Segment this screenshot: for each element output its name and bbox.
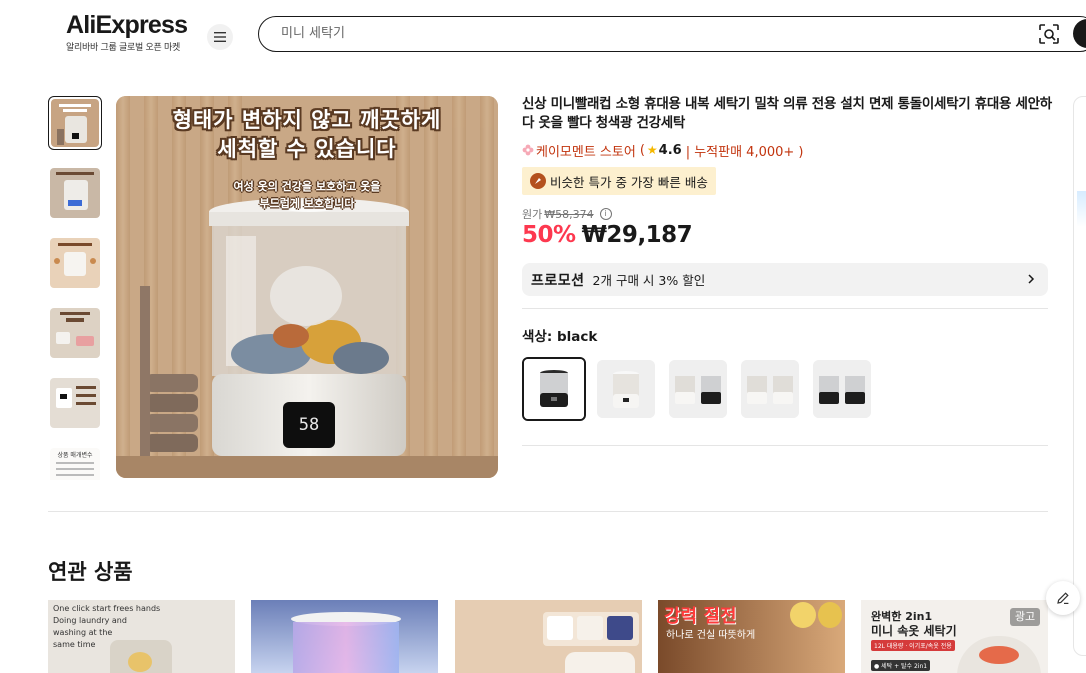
rating-open-paren: ( — [639, 142, 645, 158]
card-1-line-3: washing at the — [53, 628, 113, 637]
thumbnail-2[interactable] — [48, 166, 102, 220]
swatch-set-1-image — [669, 360, 727, 418]
related-product-card-3[interactable] — [455, 600, 642, 673]
fast-delivery-badge: 비슷한 특가 중 가장 빠른 배송 — [522, 167, 716, 195]
delivery-icon — [530, 173, 546, 189]
image-headline-line-1: 형태가 변하지 않고 깨끗하게 — [172, 108, 442, 132]
color-swatch-set-3[interactable] — [813, 360, 871, 418]
related-product-card-1[interactable]: One click start frees hands Doing laundr… — [48, 600, 235, 673]
search-bar — [258, 16, 1086, 52]
card-1-line-1: One click start frees hands — [53, 604, 161, 613]
logo-wordmark: AliExpress — [66, 11, 188, 39]
logo-tagline: 알리바바 그룹 글로벌 오픈 마켓 — [66, 43, 180, 53]
original-price: ₩58,374 — [544, 207, 594, 221]
device-display: 58 — [283, 402, 335, 448]
promotion-label: 프로모션 — [531, 272, 585, 289]
rating-value: 4.6 — [658, 142, 682, 158]
thumbnail-3[interactable] — [48, 236, 102, 290]
card-5-title: 미니 속옷 세탁기 — [871, 624, 957, 638]
ad-badge: 광고 — [1010, 608, 1040, 626]
card-4-headline: 강력 절전 — [664, 606, 737, 627]
image-search-button[interactable] — [1038, 23, 1062, 45]
discount-percent: 50% — [522, 222, 576, 248]
color-swatch-white[interactable] — [597, 360, 655, 418]
color-swatch-set-2[interactable] — [741, 360, 799, 418]
card-4-subline: 하나로 건실 따뜻하게 — [666, 630, 756, 641]
related-product-card-2[interactable] — [251, 600, 438, 673]
aliexpress-logo[interactable]: AliExpress 알리바바 그룹 글로벌 오픈 마켓 — [66, 12, 190, 54]
swatch-set-2-image — [741, 360, 799, 418]
price-row: 50% ₩29,187 — [522, 222, 693, 252]
image-headline-line-2: 세척할 수 있습니다 — [217, 137, 397, 161]
thumbnail-caption: 상품 매개변수 — [57, 452, 93, 459]
color-swatch-black[interactable] — [522, 357, 586, 421]
promotion-bar[interactable]: 프로모션 2개 구매 시 3% 할인 — [522, 263, 1048, 296]
feedback-edit-button[interactable] — [1046, 581, 1080, 615]
promotion-text: 2개 구매 시 3% 할인 — [592, 273, 706, 288]
search-input[interactable] — [281, 17, 1001, 50]
thumbnail-5[interactable] — [48, 376, 102, 430]
chevron-right-icon — [1028, 274, 1035, 284]
store-name-link[interactable]: 케이모멘트 스토어 — [536, 141, 636, 160]
card-1-line-2: Doing laundry and — [53, 616, 127, 625]
pencil-icon — [1057, 592, 1069, 604]
thumbnail-strip: 상품 매개변수 — [48, 96, 102, 480]
card-3-product-image — [565, 652, 635, 673]
delivery-badge-text: 비슷한 특가 중 가장 빠른 배송 — [550, 174, 708, 190]
star-icon: ★ — [646, 143, 658, 157]
swatch-set-3-image — [813, 360, 871, 418]
card-5-clothes — [979, 646, 1019, 664]
card-2-jar — [293, 622, 399, 673]
card-4-badge-2 — [818, 602, 842, 628]
swatch-black-image — [524, 359, 584, 419]
camera-scan-icon — [1039, 24, 1059, 44]
main-product-image[interactable]: 형태가 변하지 않고 깨끗하게 세척할 수 있습니다 여성 옷의 건강을 보호하… — [116, 96, 498, 478]
original-price-label: 원가 — [522, 208, 543, 221]
divider — [522, 445, 1048, 446]
menu-button[interactable] — [207, 24, 233, 50]
color-swatch-set-1[interactable] — [669, 360, 727, 418]
related-products-title: 연관 상품 — [48, 560, 133, 584]
top-header: AliExpress 알리바바 그룹 글로벌 오픈 마켓 — [0, 0, 1086, 68]
original-price-row: 원가 ₩58,374 i — [522, 206, 612, 222]
thumbnail-4[interactable] — [48, 306, 102, 360]
sold-count: | 누적판매 4,000+ ) — [685, 144, 804, 160]
store-rating-row: 케이모멘트 스토어 ( ★ 4.6 | 누적판매 4,000+ ) — [522, 141, 804, 160]
card-3-swatch-1 — [547, 616, 573, 640]
thumbnail-6[interactable]: 상품 매개변수 — [48, 446, 102, 480]
product-title: 신상 미니빨래컵 소형 휴대용 내복 세탁기 밀착 의류 전용 설치 면제 통돌… — [522, 96, 1052, 131]
card-3-swatch-2 — [577, 616, 603, 640]
color-label: 색상: black — [522, 329, 598, 345]
image-subline: 여성 옷의 건강을 보호하고 옷을 부드럽게 보호합니다 — [116, 178, 498, 212]
right-floating-panel[interactable] — [1073, 96, 1086, 656]
divider — [522, 308, 1048, 309]
image-subline-1: 여성 옷의 건강을 보호하고 옷을 — [233, 180, 381, 193]
card-1-clothes — [128, 652, 152, 672]
search-button[interactable] — [1073, 19, 1086, 48]
card-4-badge — [790, 602, 816, 628]
card-3-swatch-3 — [607, 616, 633, 640]
swatch-white-image — [597, 360, 655, 418]
image-subline-2: 부드럽게 보호합니다 — [259, 197, 355, 210]
section-divider — [48, 511, 1048, 512]
store-flower-icon — [522, 144, 534, 156]
info-icon[interactable]: i — [599, 208, 612, 220]
card-5-feature: ● 세탁 + 탈수 2in1 — [871, 660, 931, 671]
image-headline: 형태가 변하지 않고 깨끗하게 세척할 수 있습니다 — [116, 106, 498, 164]
card-5-spec: 12L 대용량 · 이기포/속옷 전용 — [871, 640, 955, 651]
floating-panel-highlight — [1077, 191, 1086, 227]
thumbnail-1[interactable] — [48, 96, 102, 150]
hamburger-icon — [214, 32, 226, 42]
related-product-card-4[interactable]: 강력 절전 하나로 건실 따뜻하게 — [658, 600, 845, 673]
sale-price: ₩29,187 — [581, 222, 693, 248]
